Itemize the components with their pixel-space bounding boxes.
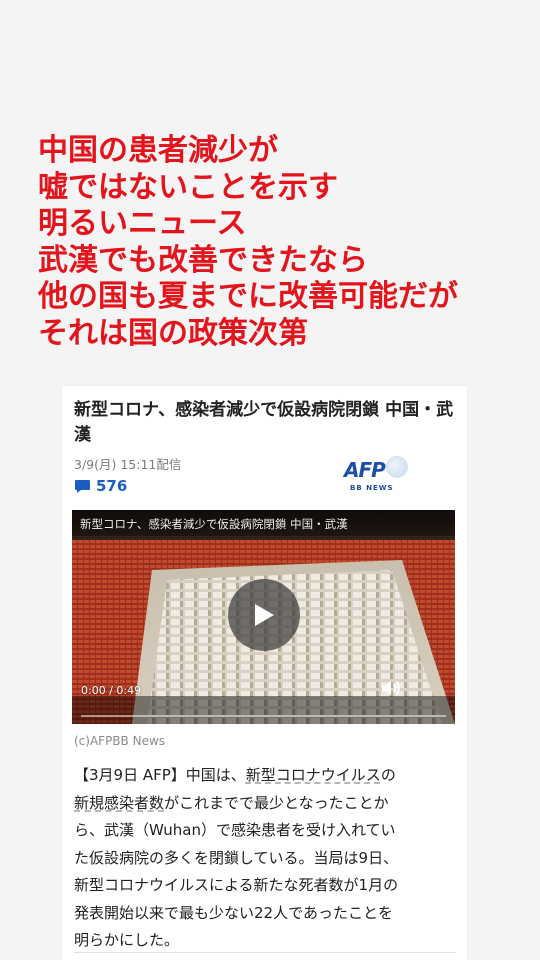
article-date: 3/9(月) 15:11配信 <box>74 457 182 472</box>
logo-word: AFP <box>344 458 386 482</box>
article-title[interactable]: 新型コロナ、感染者減少で仮設病院閉鎖 中国・武漢 <box>74 398 458 448</box>
body-text: の <box>380 766 396 784</box>
video-progress-bar[interactable] <box>81 715 446 717</box>
article-body: 【3月9日 AFP】中国は、新型コロナウイルスの 新規感染者数がこれまでで最少と… <box>74 762 456 955</box>
body-line: 明らかにした。 <box>74 931 180 949</box>
divider <box>74 952 456 953</box>
headline-line: 嘘ではないことを示す <box>38 169 338 205</box>
body-line: 新規感染者数がこれまでで最少となったことか <box>74 790 456 818</box>
body-text: がこれまでで最少となったことか <box>164 793 389 812</box>
play-button[interactable] <box>228 579 300 651</box>
video-time: 0:00 / 0:49 <box>81 684 142 697</box>
headline-line: 他の国も夏までに改善可能だが <box>38 279 458 314</box>
play-icon <box>255 604 274 626</box>
body-line: た仮設病院の多くを閉鎖している。当局は9日、 <box>74 848 399 867</box>
comment-count-button[interactable]: 576 <box>74 477 127 495</box>
comment-count: 576 <box>96 477 128 495</box>
headline-line: 中国の患者減少が <box>38 133 278 168</box>
article-card: 新型コロナ、感染者減少で仮設病院閉鎖 中国・武漢 3/9(月) 15:11配信 … <box>62 386 467 960</box>
volume-icon <box>382 680 400 696</box>
body-line: 新型コロナウイルスによる新たな死者数が1月の <box>74 876 399 894</box>
keyword-link[interactable]: 新規感染者数 <box>74 794 164 812</box>
speech-bubble-icon <box>75 479 90 493</box>
body-line: 【3月9日 AFP】中国は、新型コロナウイルスの <box>74 762 456 790</box>
afp-bb-news-logo: AFP BB NEWS <box>344 456 410 496</box>
photo-credit: (c)AFPBB News <box>74 734 166 748</box>
volume-button[interactable] <box>380 678 402 702</box>
body-text: 【3月9日 AFP】中国は、 <box>74 766 246 784</box>
headline-line: それは国の政策次第 <box>38 315 308 351</box>
headline-line: 武漢でも改善できたなら <box>38 242 368 278</box>
body-line: ら、武漢（Wuhan）で感染患者を受け入れてい <box>74 821 396 839</box>
globe-icon <box>386 456 408 478</box>
video-title: 新型コロナ、感染者減少で仮設病院閉鎖 中国・武漢 <box>80 517 348 531</box>
body-line: 発表開始以来で最も少ない22人であったことを <box>74 903 393 922</box>
logo-sub: BB NEWS <box>350 484 394 492</box>
keyword-link[interactable]: 新型コロナウイルス <box>246 766 381 784</box>
headline-caption: 中国の患者減少が 嘘ではないことを示す 明るいニュース 武漢でも改善できたなら … <box>38 133 528 352</box>
video-player[interactable]: 新型コロナ、感染者減少で仮設病院閉鎖 中国・武漢 0:00 / 0:49 <box>72 510 455 724</box>
headline-line: 明るいニュース <box>38 206 247 241</box>
